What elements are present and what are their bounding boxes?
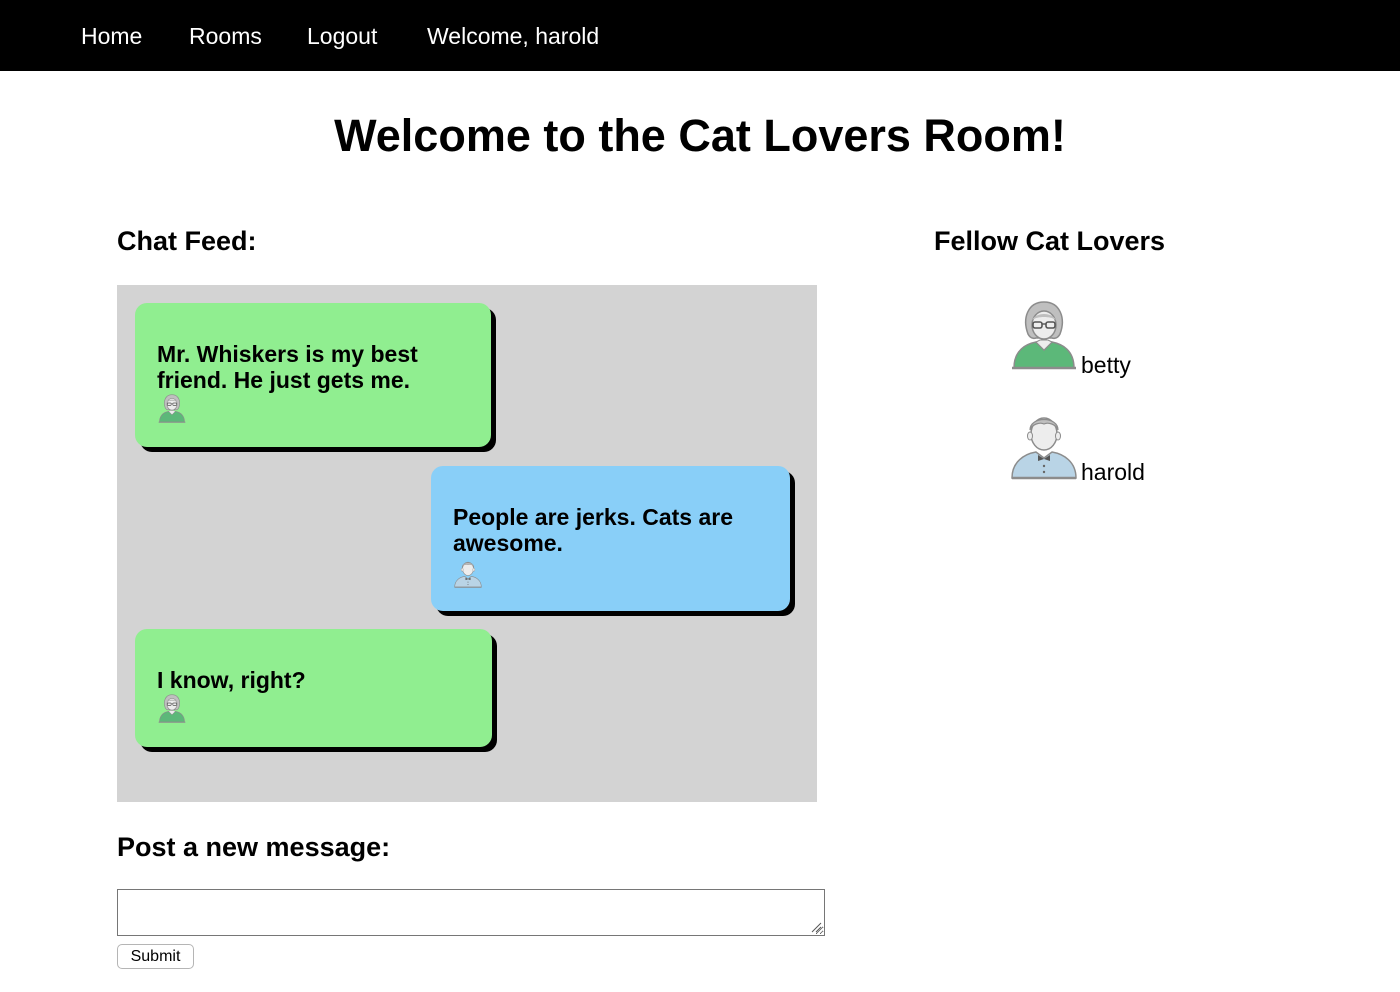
- chat-message-text: Mr. Whiskers is my best friend. He just …: [157, 341, 418, 393]
- top-navbar: Home Rooms Logout Welcome, harold: [0, 0, 1400, 71]
- female-user-icon: [157, 693, 187, 723]
- submit-button[interactable]: Submit: [117, 944, 194, 969]
- chat-feed: Mr. Whiskers is my best friend. He just …: [117, 285, 817, 802]
- chat-message-text: People are jerks. Cats are awesome.: [453, 504, 733, 556]
- nav-logout-link[interactable]: Logout: [307, 22, 377, 50]
- male-user-icon: [1008, 408, 1080, 480]
- male-user-icon: [453, 558, 483, 588]
- chat-feed-heading: Chat Feed:: [117, 226, 257, 256]
- welcome-user-text: Welcome, harold: [427, 23, 600, 49]
- nav-home-link[interactable]: Home: [81, 22, 142, 50]
- nav-rooms-link[interactable]: Rooms: [189, 22, 262, 50]
- message-input[interactable]: [117, 889, 825, 936]
- chat-message: People are jerks. Cats are awesome.: [431, 466, 790, 611]
- female-user-icon: [157, 393, 187, 423]
- page-title: Welcome to the Cat Lovers Room!: [334, 110, 1066, 161]
- post-message-heading: Post a new message:: [117, 832, 391, 862]
- member-name: betty: [1081, 352, 1131, 378]
- members-heading: Fellow Cat Lovers: [934, 226, 1166, 256]
- chat-message-text: I know, right?: [157, 667, 306, 693]
- chat-message: I know, right?: [135, 629, 492, 747]
- member-name: harold: [1081, 459, 1145, 485]
- chat-message: Mr. Whiskers is my best friend. He just …: [135, 303, 491, 447]
- female-user-icon: [1008, 298, 1080, 370]
